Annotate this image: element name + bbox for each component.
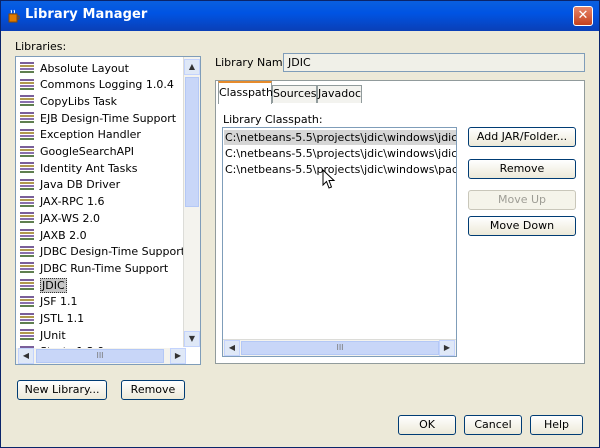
vertical-scroll-thumb[interactable] — [185, 77, 199, 207]
libraries-vertical-scrollbar[interactable]: ▲ ▼ — [183, 57, 200, 347]
library-list-item[interactable]: Java DB Driver — [20, 177, 120, 193]
library-book-icon — [20, 279, 34, 291]
library-list-item[interactable]: EJB Design-Time Support — [20, 110, 176, 126]
library-item-label: EJB Design-Time Support — [40, 111, 177, 125]
library-item-label: JDIC — [40, 277, 67, 293]
close-button[interactable]: ✕ — [573, 6, 593, 26]
library-item-label: JAX-RPC 1.6 — [40, 195, 105, 209]
library-item-label: Exception Handler — [40, 128, 141, 142]
tab-javadoc[interactable]: Javadoc — [317, 85, 362, 103]
library-book-icon — [20, 212, 34, 224]
move-down-button[interactable]: Move Down — [468, 216, 576, 236]
libraries-list[interactable]: Absolute Layout Commons Logging 1.0.4 Copy… — [15, 56, 201, 365]
classpath-list-item[interactable]: C:\netbeans-5.5\projects\jdic\windows\pa… — [225, 162, 456, 177]
coffee-cup-icon — [8, 9, 20, 23]
library-book-icon — [20, 145, 34, 158]
libraries-label: Libraries: — [15, 40, 67, 53]
help-button[interactable]: Help — [530, 415, 583, 435]
classpath-scroll-right-button[interactable]: ▶ — [439, 340, 455, 356]
library-book-icon — [20, 78, 34, 91]
library-item-label: JUnit — [40, 328, 66, 342]
new-library-button[interactable]: New Library... — [17, 380, 107, 400]
library-list-item[interactable]: JSF 1.1 — [20, 294, 78, 310]
tab-sources[interactable]: Sources — [272, 85, 317, 103]
library-item-label: Java DB Driver — [40, 178, 121, 192]
library-book-icon — [20, 262, 34, 274]
library-item-label: JAXB 2.0 — [40, 228, 87, 242]
classpath-horizontal-scroll-thumb[interactable]: III — [241, 341, 439, 355]
library-book-icon — [20, 95, 34, 107]
library-book-icon — [20, 295, 34, 308]
library-item-label: JDBC Run-Time Support — [40, 261, 169, 275]
library-list-item[interactable]: JDBC Run-Time Support — [20, 260, 168, 276]
library-book-icon — [20, 112, 34, 124]
move-up-button[interactable]: Move Up — [468, 190, 576, 210]
library-name-field[interactable]: JDIC — [283, 53, 585, 72]
library-list-item[interactable]: CopyLibs Task — [20, 93, 117, 109]
library-item-label: Absolute Layout — [40, 61, 129, 75]
library-classpath-label: Library Classpath: — [223, 113, 323, 126]
library-item-label: JDBC Design-Time Support — [40, 245, 186, 259]
library-book-icon — [20, 229, 34, 241]
library-item-label: Commons Logging 1.0.4 — [40, 78, 174, 92]
library-list-item[interactable]: JAX-WS 2.0 — [20, 210, 100, 226]
library-list-item[interactable]: Exception Handler — [20, 127, 141, 143]
scroll-left-button[interactable]: ◀ — [18, 348, 34, 364]
library-book-icon — [20, 128, 34, 141]
add-jar-folder-button[interactable]: Add JAR/Folder... — [468, 127, 576, 147]
scroll-down-button[interactable]: ▼ — [184, 331, 200, 347]
library-list-item[interactable]: JDBC Design-Time Support — [20, 244, 185, 260]
ok-button[interactable]: OK — [398, 415, 456, 435]
library-list-item[interactable]: JUnit — [20, 327, 66, 343]
library-list-item[interactable]: JSTL 1.1 — [20, 311, 84, 327]
classpath-list[interactable]: C:\netbeans-5.5\projects\jdic\windows\jd… — [222, 127, 457, 357]
classpath-list-item[interactable]: C:\netbeans-5.5\projects\jdic\windows\jd… — [225, 146, 456, 161]
library-item-label: GoogleSearchAPI — [40, 145, 134, 158]
library-book-icon — [20, 195, 34, 208]
classpath-horizontal-scrollbar[interactable]: ◀ III ▶ — [223, 339, 456, 356]
library-list-item[interactable]: JAX-RPC 1.6 — [20, 194, 104, 210]
mouse-pointer-icon — [322, 169, 336, 189]
library-list-item[interactable]: Identity Ant Tasks — [20, 160, 137, 176]
library-book-icon — [20, 162, 34, 174]
scroll-right-button[interactable]: ▶ — [170, 348, 186, 364]
library-book-icon — [20, 62, 34, 74]
library-item-label: JSF 1.1 — [40, 295, 78, 309]
library-name-label: Library Name: — [215, 56, 294, 69]
cancel-button[interactable]: Cancel — [464, 415, 522, 435]
library-manager-dialog: Library Manager ✕ Libraries: Absolute La… — [0, 0, 600, 448]
remove-library-button[interactable]: Remove — [121, 380, 185, 400]
library-list-item[interactable]: Commons Logging 1.0.4 — [20, 77, 174, 93]
library-item-label: JSTL 1.1 — [40, 312, 85, 325]
library-book-icon — [20, 312, 34, 325]
classpath-list-item[interactable]: C:\netbeans-5.5\projects\jdic\windows\jd… — [224, 130, 456, 145]
classpath-scroll-left-button[interactable]: ◀ — [224, 340, 240, 356]
library-list-item[interactable]: Absolute Layout — [20, 60, 129, 76]
title-bar[interactable]: Library Manager ✕ — [1, 1, 599, 31]
remove-jar-button[interactable]: Remove — [468, 159, 576, 179]
horizontal-scroll-thumb[interactable]: III — [36, 349, 164, 363]
library-list-item[interactable]: JDIC — [20, 277, 67, 293]
library-book-icon — [20, 329, 34, 341]
library-list-item[interactable]: GoogleSearchAPI — [20, 144, 134, 160]
library-book-icon — [20, 178, 34, 191]
library-item-label: Identity Ant Tasks — [40, 161, 138, 175]
tab-classpath[interactable]: Classpath — [218, 81, 273, 104]
libraries-horizontal-scrollbar[interactable]: ◀ III ▶ — [16, 348, 186, 364]
library-item-label: CopyLibs Task — [40, 94, 118, 108]
scroll-up-button[interactable]: ▲ — [184, 59, 200, 75]
library-item-label: JAX-WS 2.0 — [40, 211, 100, 225]
library-list-item[interactable]: JAXB 2.0 — [20, 227, 87, 243]
library-book-icon — [20, 245, 34, 258]
window-title: Library Manager — [25, 7, 148, 22]
